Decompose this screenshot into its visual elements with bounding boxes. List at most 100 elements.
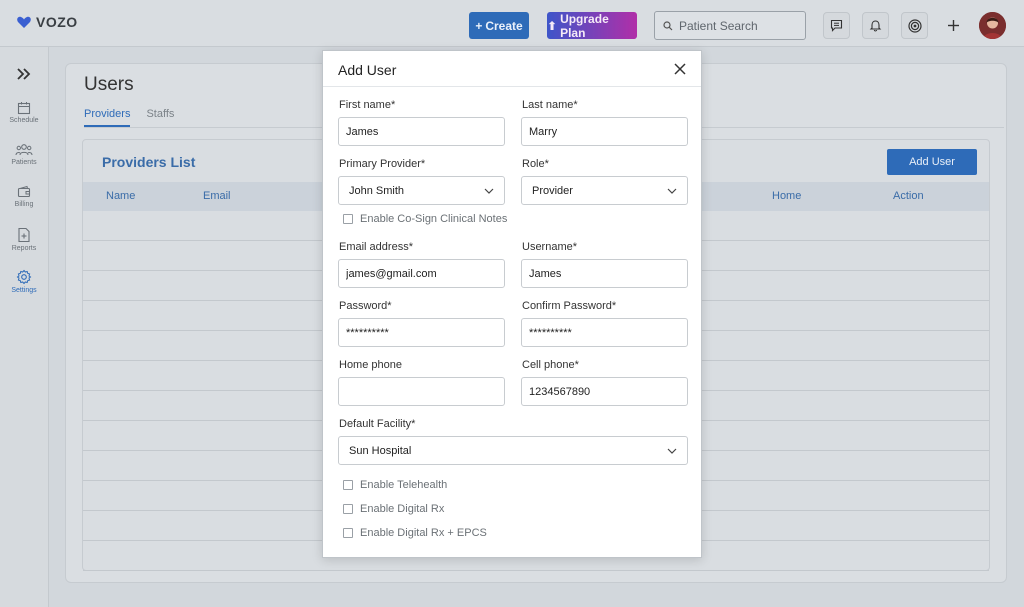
messages-button[interactable]	[823, 12, 850, 39]
chevron-down-icon	[667, 448, 677, 454]
search-icon	[663, 20, 673, 30]
gear-icon	[16, 269, 32, 285]
calendar-icon	[17, 102, 31, 115]
first-name-field[interactable]	[338, 117, 505, 146]
checkbox-box[interactable]	[343, 528, 353, 538]
add-button[interactable]	[940, 12, 967, 39]
role-select[interactable]: Provider	[521, 176, 688, 205]
primary-provider-label: Primary Provider*	[339, 158, 426, 170]
brand-name: VOZO	[36, 14, 78, 30]
username-label: Username*	[522, 241, 578, 253]
chat-icon	[830, 19, 843, 32]
telehealth-label: Enable Telehealth	[360, 479, 448, 491]
confirm-password-input[interactable]	[529, 326, 680, 339]
sidebar-item-settings[interactable]: Settings	[0, 269, 48, 309]
last-name-label: Last name*	[522, 99, 578, 111]
sidebar-item-label: Schedule	[9, 117, 39, 124]
target-icon	[907, 18, 922, 33]
digital-rx-label: Enable Digital Rx	[360, 503, 445, 515]
search-input[interactable]	[679, 18, 799, 33]
upgrade-plan-button[interactable]: ⬆ Upgrade Plan	[547, 11, 637, 40]
dialog-header: Add User	[323, 51, 701, 87]
plus-icon: +	[475, 18, 483, 33]
sidebar-item-label: Patients	[11, 159, 37, 166]
user-avatar[interactable]	[979, 12, 1006, 39]
sidebar-item-label: Billing	[14, 201, 34, 208]
password-label: Password*	[339, 300, 392, 312]
home-phone-label: Home phone	[339, 359, 402, 371]
email-input[interactable]	[346, 267, 497, 280]
expand-sidebar-icon[interactable]	[15, 67, 33, 81]
avatar-image	[979, 12, 1006, 39]
role-label: Role*	[522, 158, 549, 170]
report-icon	[18, 227, 30, 243]
close-icon[interactable]	[673, 62, 687, 76]
cosign-label: Enable Co-Sign Clinical Notes	[360, 213, 508, 225]
add-user-button[interactable]: Add User	[887, 149, 977, 175]
notifications-button[interactable]	[862, 12, 889, 39]
sidebar-item-schedule[interactable]: Schedule	[0, 101, 48, 141]
cell-phone-input[interactable]	[529, 385, 680, 398]
confirm-password-field[interactable]	[521, 318, 688, 347]
chevron-down-icon	[484, 188, 494, 194]
top-bar: VOZO + Create ⬆ Upgrade Plan	[0, 0, 1024, 47]
role-value: Provider	[532, 184, 573, 197]
user-tabs: Providers Staffs	[84, 108, 174, 127]
sidebar-item-label: Settings	[11, 287, 37, 294]
password-field[interactable]	[338, 318, 505, 347]
cosign-checkbox[interactable]: Enable Co-Sign Clinical Notes	[343, 213, 507, 225]
default-facility-value: Sun Hospital	[349, 444, 412, 457]
default-facility-select[interactable]: Sun Hospital	[338, 436, 688, 465]
column-header-action: Action	[893, 190, 924, 202]
first-name-label: First name*	[339, 99, 396, 111]
sidebar-item-label: Reports	[11, 245, 37, 252]
arrow-up-icon: ⬆	[547, 18, 558, 33]
tab-staffs[interactable]: Staffs	[146, 108, 174, 127]
email-label: Email address*	[339, 241, 413, 253]
heart-logo-icon	[17, 16, 31, 28]
sidebar-item-patients[interactable]: Patients	[0, 143, 48, 183]
username-field[interactable]	[521, 259, 688, 288]
column-header-home[interactable]: Home	[772, 190, 801, 202]
create-label: Create	[485, 18, 523, 33]
last-name-input[interactable]	[529, 125, 680, 138]
app-logo[interactable]: VOZO	[16, 14, 78, 30]
sidebar-item-reports[interactable]: Reports	[0, 227, 48, 267]
tab-providers[interactable]: Providers	[84, 108, 131, 127]
telehealth-checkbox[interactable]: Enable Telehealth	[343, 479, 447, 491]
patients-icon	[15, 144, 33, 156]
providers-list-title: Providers List	[102, 154, 196, 170]
checkbox-box[interactable]	[343, 214, 353, 224]
digital-rx-epcs-checkbox[interactable]: Enable Digital Rx + EPCS	[343, 527, 487, 539]
chevron-down-icon	[667, 188, 677, 194]
sidebar-item-billing[interactable]: Billing	[0, 185, 48, 225]
column-header-email[interactable]: Email	[203, 190, 231, 202]
upgrade-label: Upgrade Plan	[560, 11, 609, 40]
patient-search[interactable]	[654, 11, 806, 40]
primary-provider-select[interactable]: John Smith	[338, 176, 505, 205]
home-phone-input[interactable]	[346, 385, 497, 398]
sidebar: Schedule Patients Billing Reports Settin…	[0, 47, 49, 607]
home-phone-field[interactable]	[338, 377, 505, 406]
dialog-title: Add User	[338, 62, 397, 78]
create-button[interactable]: + Create	[469, 12, 529, 39]
default-facility-label: Default Facility*	[339, 418, 416, 430]
add-user-dialog: Add User First name* Last name* Primary …	[322, 50, 702, 558]
cell-phone-field[interactable]	[521, 377, 688, 406]
first-name-input[interactable]	[346, 125, 497, 138]
digital-rx-checkbox[interactable]: Enable Digital Rx	[343, 503, 444, 515]
checkbox-box[interactable]	[343, 480, 353, 490]
column-header-name[interactable]: Name	[106, 190, 135, 202]
help-button[interactable]	[901, 12, 928, 39]
plus-icon	[948, 20, 959, 31]
confirm-password-label: Confirm Password*	[522, 300, 617, 312]
wallet-icon	[17, 185, 31, 198]
username-input[interactable]	[529, 267, 680, 280]
checkbox-box[interactable]	[343, 504, 353, 514]
email-field[interactable]	[338, 259, 505, 288]
cell-phone-label: Cell phone*	[522, 359, 579, 371]
digital-rx-epcs-label: Enable Digital Rx + EPCS	[360, 527, 487, 539]
password-input[interactable]	[346, 326, 497, 339]
bell-icon	[869, 20, 882, 32]
last-name-field[interactable]	[521, 117, 688, 146]
